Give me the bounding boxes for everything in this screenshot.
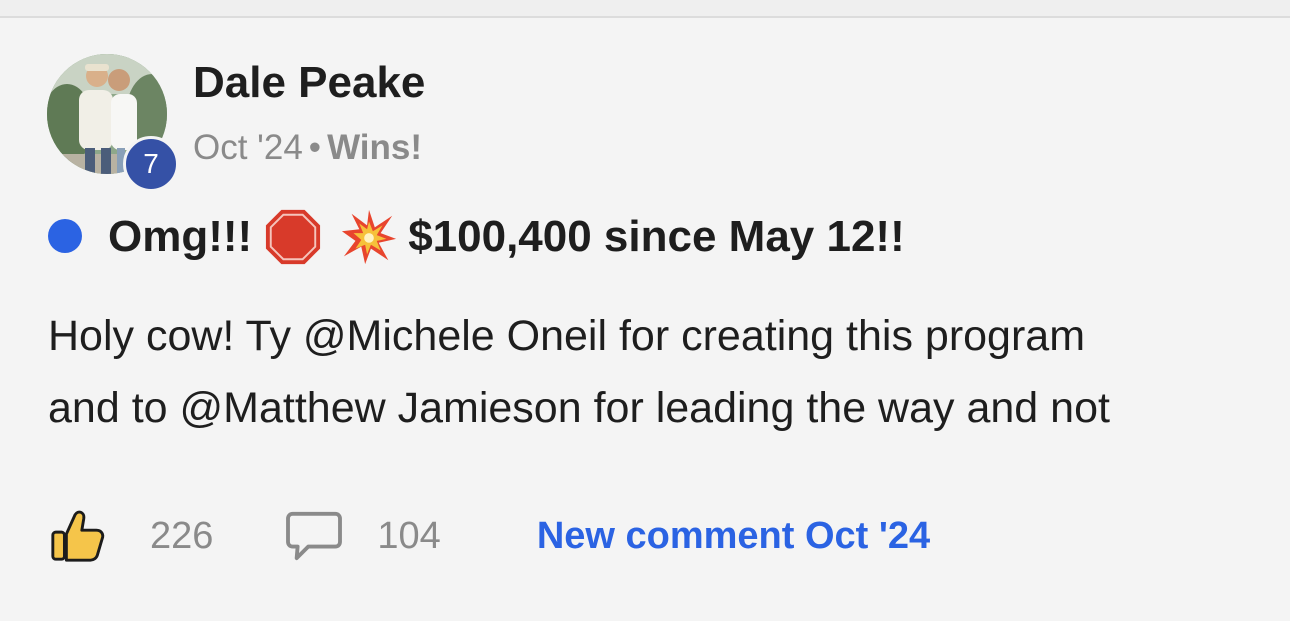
thumbs-up-icon[interactable]: [48, 507, 106, 565]
post-meta: Oct '24 • Wins!: [193, 128, 422, 168]
collision-icon: [342, 209, 397, 265]
body-line: Holy cow! Ty @Michele Oneil for creating…: [48, 312, 1086, 360]
comment-count: 104: [377, 514, 441, 557]
like-count: 226: [150, 514, 214, 557]
title-prefix: Omg!!!: [108, 212, 253, 261]
category-link[interactable]: Wins!: [327, 128, 422, 167]
new-comment-link[interactable]: New comment Oct '24: [537, 515, 930, 558]
stop-sign-icon: [266, 209, 321, 265]
unread-indicator: [48, 219, 82, 253]
top-divider: [0, 0, 1290, 18]
post-title[interactable]: Omg!!! $100,400 since May 12!!: [108, 208, 905, 266]
level-badge: 7: [123, 136, 179, 192]
meta-separator: •: [308, 128, 322, 167]
post-date: Oct '24: [193, 128, 303, 167]
speech-bubble-icon[interactable]: [285, 510, 343, 562]
title-suffix: $100,400 since May 12!!: [408, 212, 905, 261]
body-line: and to @Matthew Jamieson for leading the…: [48, 384, 1110, 432]
post-card[interactable]: 7 Dale Peake Oct '24 • Wins! Omg!!! $100,4…: [0, 18, 1290, 621]
post-footer: 226 104 New comment Oct '24: [48, 506, 930, 566]
author-name[interactable]: Dale Peake: [193, 58, 425, 108]
avatar-container[interactable]: 7: [47, 54, 179, 192]
post-body[interactable]: Holy cow! Ty @Michele Oneil for creating…: [48, 300, 1248, 444]
